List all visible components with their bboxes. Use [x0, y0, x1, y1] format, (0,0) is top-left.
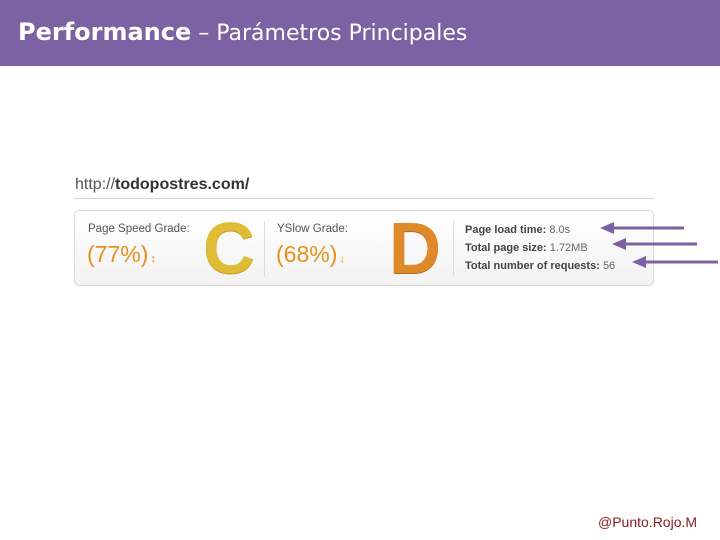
annotation-arrows — [600, 222, 718, 268]
arrow-left-icon — [632, 256, 718, 268]
arrow-left-icon — [600, 222, 684, 234]
author-handle: @Punto.Rojo.M — [598, 514, 698, 530]
arrow-left-icon — [612, 238, 697, 250]
